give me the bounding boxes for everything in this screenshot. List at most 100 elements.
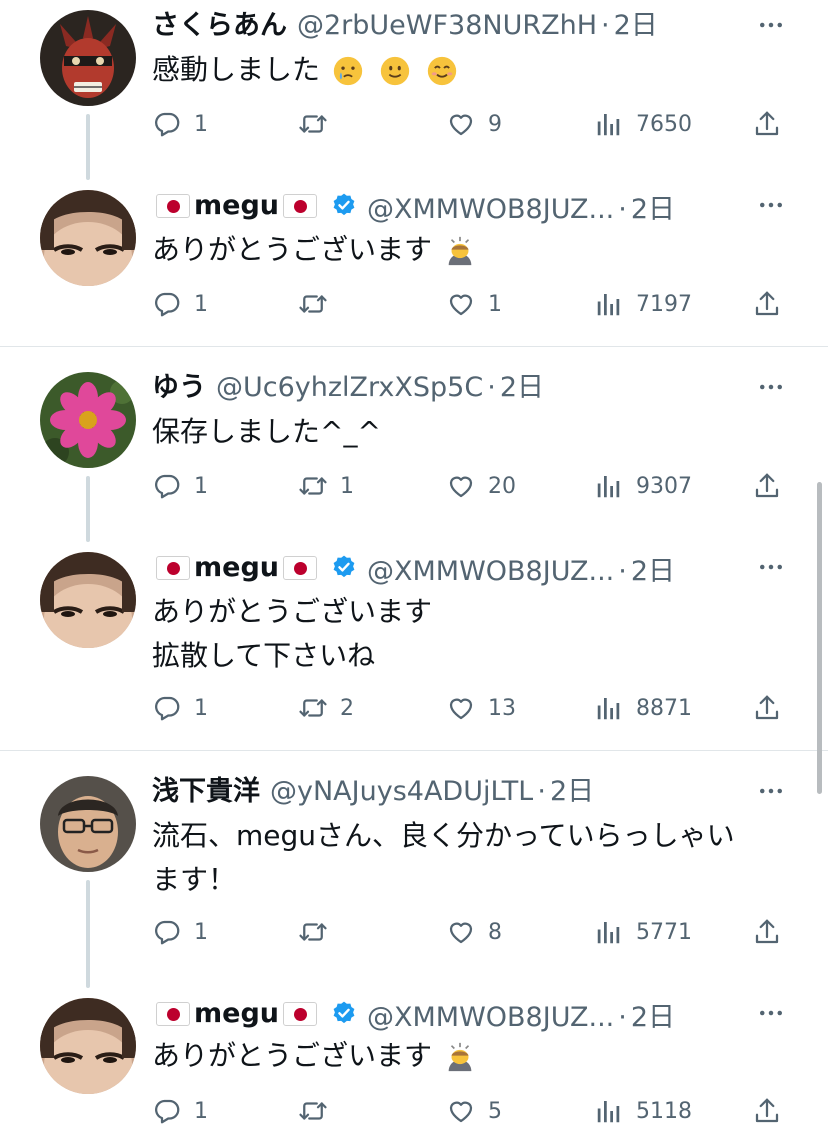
- reply-icon: [152, 109, 182, 139]
- views-button[interactable]: 5771: [594, 914, 692, 950]
- like-button[interactable]: 20: [446, 468, 516, 504]
- reply-icon: [152, 289, 182, 319]
- verified-badge-icon[interactable]: [331, 554, 357, 580]
- like-button[interactable]: 8: [446, 914, 502, 950]
- more-options-icon[interactable]: [756, 10, 786, 40]
- tweet-text: ありがとうございます 拡散して下さいね: [152, 590, 788, 678]
- reply-button[interactable]: 1: [152, 106, 208, 142]
- japan-flag-icon: [283, 1002, 317, 1026]
- views-button[interactable]: 7197: [594, 286, 692, 322]
- display-name-text: megu: [194, 998, 279, 1029]
- views-button[interactable]: 9307: [594, 468, 692, 504]
- timestamp[interactable]: 2日: [500, 370, 544, 406]
- tweet-text-content: 感動しました: [152, 53, 321, 86]
- thread-line: [86, 880, 90, 988]
- retweet-count: 1: [340, 473, 354, 499]
- views-button[interactable]: 8871: [594, 690, 692, 726]
- heart-icon: [446, 693, 476, 723]
- like-button[interactable]: 13: [446, 690, 516, 726]
- share-button[interactable]: [752, 106, 794, 142]
- view-count: 5771: [636, 919, 692, 945]
- display-name[interactable]: ゆう: [152, 370, 206, 406]
- display-name[interactable]: さくらあん: [152, 8, 287, 44]
- views-chart-icon: [594, 693, 624, 723]
- smiling-face-emoji-icon: [427, 56, 456, 86]
- more-options-icon[interactable]: [756, 998, 786, 1028]
- tweet-text: ありがとうございます: [152, 228, 788, 272]
- japan-flag-icon: [156, 556, 190, 580]
- timestamp[interactable]: 2日: [631, 554, 675, 590]
- reply-button[interactable]: 1: [152, 468, 208, 504]
- verified-badge-icon[interactable]: [331, 1000, 357, 1026]
- like-button[interactable]: 9: [446, 106, 502, 142]
- tweet-header: 浅下貴洋 @yNAJuys4ADUjLTL · 2日: [152, 774, 758, 810]
- tweet-header: さくらあん @2rbUeWF38NURZhH · 2日: [152, 8, 758, 44]
- view-count: 7650: [636, 111, 692, 137]
- timestamp[interactable]: 2日: [631, 192, 675, 228]
- retweet-button[interactable]: 2: [298, 690, 354, 726]
- avatar[interactable]: [40, 776, 136, 872]
- share-button[interactable]: [752, 914, 794, 950]
- share-button[interactable]: [752, 286, 794, 322]
- tweet-text: 流石、meguさん、良く分かっていらっしゃい ます！: [152, 814, 788, 902]
- heart-icon: [446, 1096, 476, 1126]
- display-name[interactable]: 浅下貴洋: [152, 774, 260, 810]
- avatar[interactable]: [40, 552, 136, 648]
- user-handle[interactable]: @XMMWOB8JUZ...: [367, 192, 614, 228]
- tweet-header: megu @XMMWOB8JUZ... · 2日: [152, 550, 758, 590]
- like-button[interactable]: 5: [446, 1093, 502, 1129]
- views-button[interactable]: 7650: [594, 106, 692, 142]
- japan-flag-icon: [283, 556, 317, 580]
- user-handle[interactable]: @XMMWOB8JUZ...: [367, 1000, 614, 1036]
- avatar[interactable]: [40, 190, 136, 286]
- share-icon: [752, 109, 782, 139]
- tweet-text: 保存しました^_^: [152, 410, 788, 454]
- timestamp[interactable]: 2日: [614, 8, 658, 44]
- more-options-icon[interactable]: [756, 190, 786, 220]
- share-button[interactable]: [752, 690, 794, 726]
- tweet-header: megu @XMMWOB8JUZ... · 2日: [152, 188, 758, 228]
- share-button[interactable]: [752, 1093, 794, 1129]
- scrollbar[interactable]: [817, 482, 822, 794]
- display-name[interactable]: megu: [152, 996, 321, 1032]
- avatar[interactable]: [40, 10, 136, 106]
- like-count: 8: [488, 919, 502, 945]
- timestamp[interactable]: 2日: [550, 774, 594, 810]
- display-name[interactable]: megu: [152, 550, 321, 586]
- retweet-icon: [298, 917, 328, 947]
- retweet-button[interactable]: 1: [298, 468, 354, 504]
- user-handle[interactable]: @Uc6yhzlZrxXSp5C: [216, 370, 483, 406]
- display-name[interactable]: megu: [152, 188, 321, 224]
- more-options-icon[interactable]: [756, 372, 786, 402]
- more-options-icon[interactable]: [756, 552, 786, 582]
- japan-flag-icon: [156, 194, 190, 218]
- views-chart-icon: [594, 1096, 624, 1126]
- retweet-button[interactable]: [298, 914, 340, 950]
- reply-icon: [152, 1096, 182, 1126]
- man-avatar-image: [40, 776, 136, 872]
- views-button[interactable]: 5118: [594, 1093, 692, 1129]
- timestamp[interactable]: 2日: [631, 1000, 675, 1036]
- share-button[interactable]: [752, 468, 794, 504]
- avatar[interactable]: [40, 998, 136, 1094]
- verified-badge-icon[interactable]: [331, 192, 357, 218]
- retweet-button[interactable]: [298, 1093, 340, 1129]
- tweet-text-line: 拡散して下さいね: [152, 639, 376, 672]
- user-handle[interactable]: @2rbUeWF38NURZhH: [297, 8, 597, 44]
- reply-button[interactable]: 1: [152, 914, 208, 950]
- tweet-actions: 1 8 5771: [152, 914, 792, 950]
- heart-icon: [446, 109, 476, 139]
- user-handle[interactable]: @yNAJuys4ADUjLTL: [270, 774, 533, 810]
- reply-button[interactable]: 1: [152, 286, 208, 322]
- share-icon: [752, 693, 782, 723]
- retweet-button[interactable]: [298, 286, 340, 322]
- more-options-icon[interactable]: [756, 776, 786, 806]
- reply-button[interactable]: 1: [152, 1093, 208, 1129]
- heart-icon: [446, 471, 476, 501]
- avatar[interactable]: [40, 372, 136, 468]
- user-handle[interactable]: @XMMWOB8JUZ...: [367, 554, 614, 590]
- tweet-text-line: 流石、meguさん、良く分かっていらっしゃい: [152, 819, 735, 852]
- like-button[interactable]: 1: [446, 286, 502, 322]
- reply-button[interactable]: 1: [152, 690, 208, 726]
- retweet-button[interactable]: [298, 106, 340, 142]
